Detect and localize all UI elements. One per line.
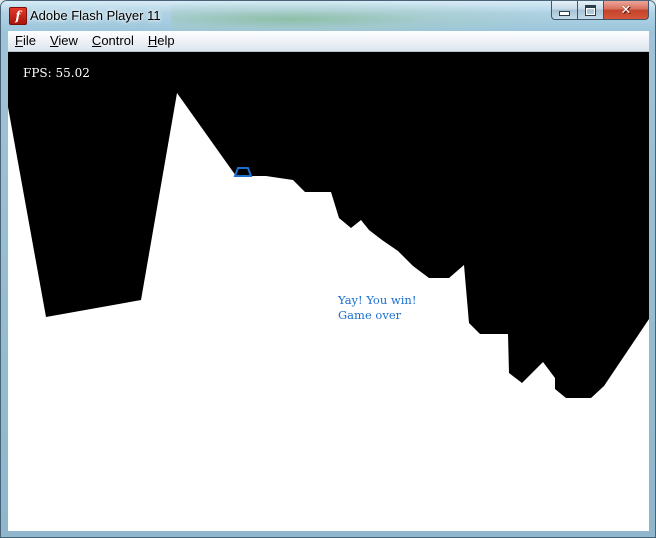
menu-bar: File View Control Help: [8, 31, 649, 52]
maximize-icon: [585, 4, 596, 16]
menu-view[interactable]: View: [43, 31, 85, 51]
game-over-message: Game over: [338, 308, 402, 322]
close-button[interactable]: ✕: [604, 1, 649, 20]
menu-file[interactable]: File: [8, 31, 43, 51]
flash-player-icon[interactable]: f: [9, 7, 27, 25]
menu-help-mnemonic: H: [147, 33, 158, 48]
sky: [8, 52, 649, 398]
close-icon: ✕: [620, 2, 632, 18]
menu-file-label: ile: [22, 33, 36, 48]
maximize-button[interactable]: [578, 1, 604, 20]
menu-file-mnemonic: F: [15, 33, 23, 48]
minimize-icon: [559, 10, 570, 16]
titlebar-background-glow: [171, 1, 571, 31]
menu-control[interactable]: Control: [85, 31, 141, 51]
caption-buttons: ✕: [551, 1, 649, 21]
menu-help[interactable]: Help: [141, 31, 182, 51]
fps-counter: FPS: 55.02: [23, 66, 90, 80]
menu-control-mnemonic: C: [91, 33, 102, 48]
menu-control-label: ontrol: [101, 33, 134, 48]
win-message: Yay! You win!: [338, 293, 417, 307]
minimize-button[interactable]: [551, 1, 578, 20]
flash-player-window: f Adobe Flash Player 11 ✕ File View Cont…: [0, 0, 656, 538]
game-stage[interactable]: FPS: 55.02 Yay! You win! Game over: [8, 52, 649, 531]
menu-help-label: elp: [157, 33, 175, 48]
window-title: Adobe Flash Player 11: [30, 8, 161, 23]
game-canvas: [8, 52, 649, 398]
title-bar[interactable]: f Adobe Flash Player 11 ✕: [1, 1, 655, 31]
menu-view-label: iew: [58, 33, 78, 48]
